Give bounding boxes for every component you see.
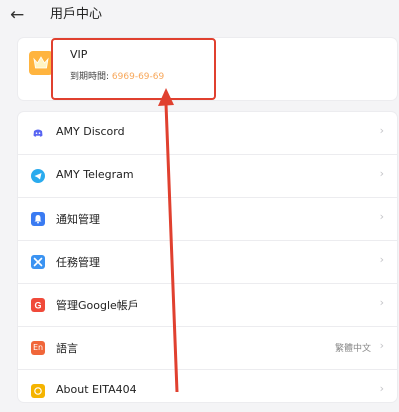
annotation-arrow-shaft: [164, 102, 179, 392]
annotation-arrow-head: [158, 88, 174, 106]
annotation-arrow: [158, 88, 179, 392]
